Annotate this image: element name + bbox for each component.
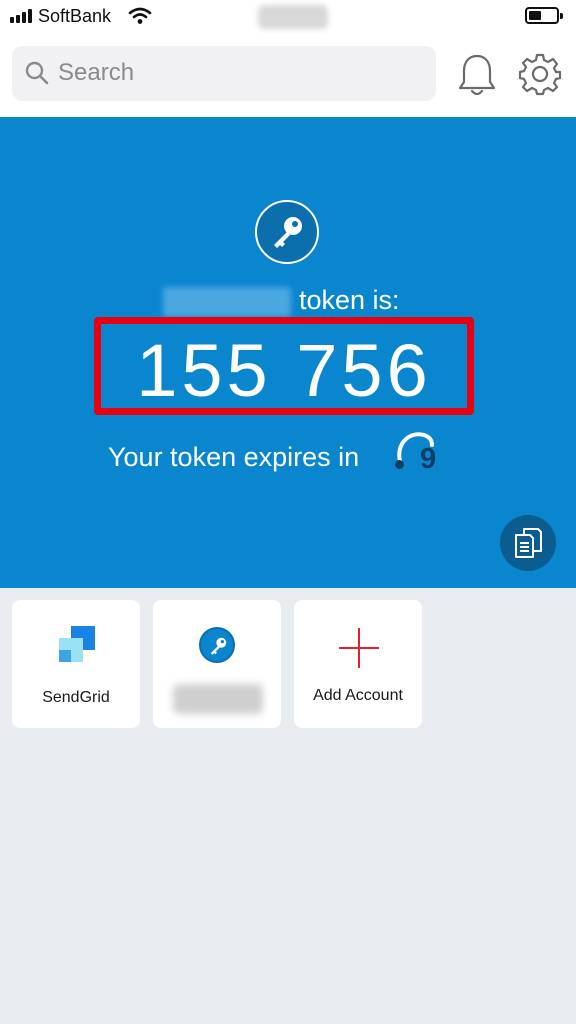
add-account-tile[interactable]: Add Account [294, 600, 422, 728]
time-blurred [258, 5, 328, 29]
copy-icon [515, 528, 542, 558]
wifi-icon [128, 6, 152, 31]
countdown-timer: 9 [392, 423, 440, 477]
search-icon [24, 60, 50, 91]
timer-seconds: 9 [420, 443, 437, 475]
gear-icon[interactable] [518, 52, 562, 96]
token-highlight-box: 155 756 [94, 317, 474, 415]
key-icon [199, 627, 235, 663]
token-panel: token is: 155 756 Your token expires in … [0, 117, 576, 588]
header: Search [0, 34, 576, 117]
key-icon [255, 200, 319, 264]
sendgrid-logo [59, 626, 95, 662]
account-name-blurred [163, 287, 291, 317]
token-code: 155 756 [136, 329, 432, 412]
bell-icon[interactable] [456, 52, 498, 98]
copy-button[interactable] [500, 515, 556, 571]
status-bar: SoftBank [0, 0, 576, 34]
signal-icon [10, 9, 32, 23]
battery-icon [525, 7, 563, 24]
account-tile-key[interactable] [153, 600, 281, 728]
token-expires-text: Your token expires in [108, 442, 360, 472]
search-input[interactable]: Search [12, 46, 436, 101]
carrier-name: SoftBank [38, 6, 112, 26]
plus-icon [339, 628, 379, 668]
timer-dot [395, 460, 404, 469]
token-label: token is: [299, 285, 400, 315]
search-placeholder: Search [58, 59, 135, 86]
account-name-blurred [173, 684, 263, 714]
account-tile-sendgrid[interactable]: SendGrid [12, 600, 140, 728]
account-label: SendGrid [42, 689, 110, 706]
add-account-label: Add Account [313, 687, 403, 704]
